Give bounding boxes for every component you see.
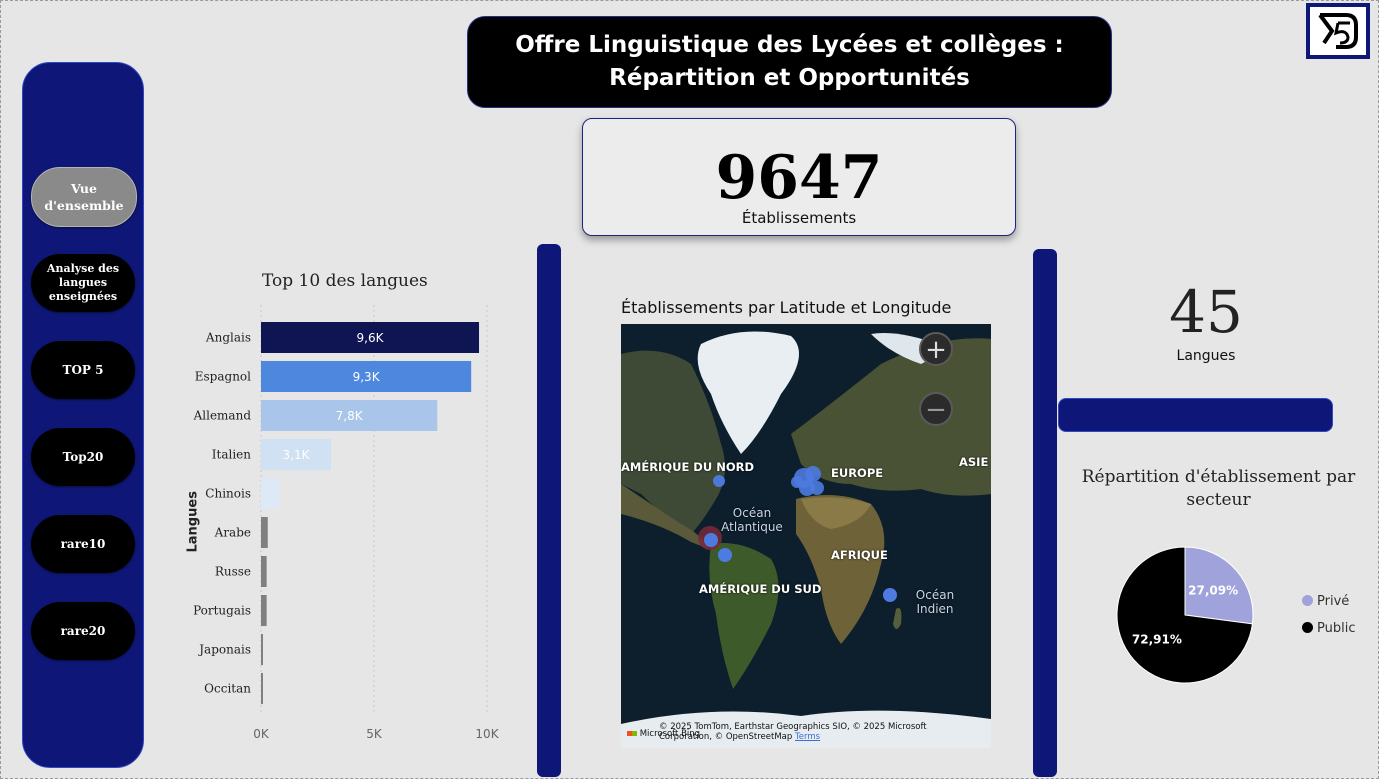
pie-data-label: 72,91% bbox=[1132, 633, 1182, 647]
bar-chart: 0K 5K 10K Anglais 9,6K Espagnol 9,3K Allemand 7,… bbox=[193, 305, 500, 741]
bar-data-label: 9,3K bbox=[353, 370, 381, 384]
bar-category-label: Espagnol bbox=[195, 370, 251, 384]
legend-label-public: Public bbox=[1317, 621, 1356, 636]
nav-rare10-button[interactable]: rare10 bbox=[31, 515, 135, 573]
bar-russe[interactable] bbox=[261, 556, 267, 587]
bar-arabe[interactable] bbox=[261, 517, 268, 548]
map-label-asie: ASIE bbox=[959, 455, 989, 469]
bar-category-label: Anglais bbox=[205, 331, 251, 345]
bar-category-label: Italien bbox=[212, 448, 251, 462]
map-label-afrique: AFRIQUE bbox=[831, 548, 888, 562]
bar-xtick-label: 5K bbox=[366, 727, 383, 741]
bar-category-label: Occitan bbox=[204, 682, 251, 696]
map-zoom-in-button[interactable]: + bbox=[919, 332, 953, 366]
kpi-etablissements-card: 9647 Établissements bbox=[582, 118, 1016, 236]
map-visual[interactable]: AMÉRIQUE DU NORD EUROPE ASIE AFRIQUE AMÉ… bbox=[621, 324, 991, 748]
bar-chart-title: Top 10 des langues bbox=[262, 271, 428, 291]
pie-legend-public[interactable]: Public bbox=[1302, 621, 1355, 636]
bar-portugais[interactable] bbox=[261, 595, 267, 626]
nav-rare20-button[interactable]: rare20 bbox=[31, 602, 135, 660]
bar-data-label: 9,6K bbox=[357, 331, 385, 345]
map-label-ocean-atlantique: Océan Atlantique bbox=[721, 506, 783, 534]
kpi-etablissements-label: Établissements bbox=[741, 209, 857, 227]
bar-xtick-label: 10K bbox=[475, 727, 499, 741]
kpi-etablissements-value: 9647 bbox=[715, 143, 883, 213]
brand-logo bbox=[1306, 3, 1370, 59]
report-title: Offre Linguistique des Lycées et collège… bbox=[467, 16, 1112, 108]
bar-category-label: Japonais bbox=[197, 643, 251, 657]
bar-category-label: Allemand bbox=[193, 409, 252, 423]
legend-label-prive: Privé bbox=[1317, 594, 1350, 609]
legend-dot-prive bbox=[1302, 595, 1313, 606]
bar-data-label: 3,1K bbox=[283, 448, 311, 462]
map-label-europe: EUROPE bbox=[831, 466, 884, 480]
map-label-amerique-nord: AMÉRIQUE DU NORD bbox=[621, 460, 754, 474]
bar-data-label: 7,8K bbox=[336, 409, 364, 423]
map-label-amerique-sud: AMÉRIQUE DU SUD bbox=[699, 582, 822, 596]
pie-chart-title: Répartition d'établissement par secteur bbox=[1081, 467, 1356, 510]
title-line-1: Offre Linguistique des Lycées et collège… bbox=[515, 32, 1064, 58]
divider-bar-right bbox=[1033, 249, 1057, 777]
bar-occitan[interactable] bbox=[261, 673, 263, 704]
nav-vue-ensemble-button[interactable]: Vue d'ensemble bbox=[31, 167, 137, 227]
pie-legend-prive[interactable]: Privé bbox=[1302, 594, 1349, 609]
bar-category-label: Arabe bbox=[214, 526, 251, 540]
bar-chinois[interactable] bbox=[261, 478, 280, 509]
nav-top5-button[interactable]: TOP 5 bbox=[31, 341, 135, 399]
map-terms-link[interactable]: Terms bbox=[795, 732, 820, 742]
divider-bar-left bbox=[537, 244, 561, 777]
legend-dot-public bbox=[1302, 622, 1313, 633]
kpi-langues-value: 45 bbox=[1169, 278, 1243, 346]
bar-category-label: Russe bbox=[215, 565, 251, 579]
title-line-2: Répartition et Opportunités bbox=[609, 65, 970, 91]
nav-analyse-langues-button[interactable]: Analyse des langues enseignées bbox=[31, 254, 135, 312]
decorative-bar bbox=[1058, 398, 1333, 432]
map-zoom-out-button[interactable]: − bbox=[919, 392, 953, 426]
bar-category-label: Portugais bbox=[193, 604, 251, 618]
bar-japonais[interactable] bbox=[261, 634, 263, 665]
map-label-ocean-indien: Océan Indien bbox=[915, 588, 955, 616]
map-title: Établissements par Latitude et Longitude bbox=[621, 298, 952, 317]
map-copyright-text: © 2025 TomTom, Earthstar Geographics SIO… bbox=[659, 722, 927, 742]
kpi-langues-label: Langues bbox=[1176, 348, 1236, 364]
map-copyright: © 2025 TomTom, Earthstar Geographics SIO… bbox=[659, 722, 979, 742]
logo-mark-icon bbox=[1318, 13, 1358, 49]
pie-data-label: 27,09% bbox=[1188, 583, 1238, 597]
bar-category-label: Chinois bbox=[205, 487, 251, 501]
bar-xtick-label: 0K bbox=[253, 727, 270, 741]
pie-chart: 27,09% 72,91% bbox=[1116, 546, 1254, 684]
nav-top20-button[interactable]: Top20 bbox=[31, 428, 135, 486]
sidebar: Vue d'ensemble Analyse des langues ensei… bbox=[22, 62, 144, 768]
map-points bbox=[698, 466, 897, 602]
